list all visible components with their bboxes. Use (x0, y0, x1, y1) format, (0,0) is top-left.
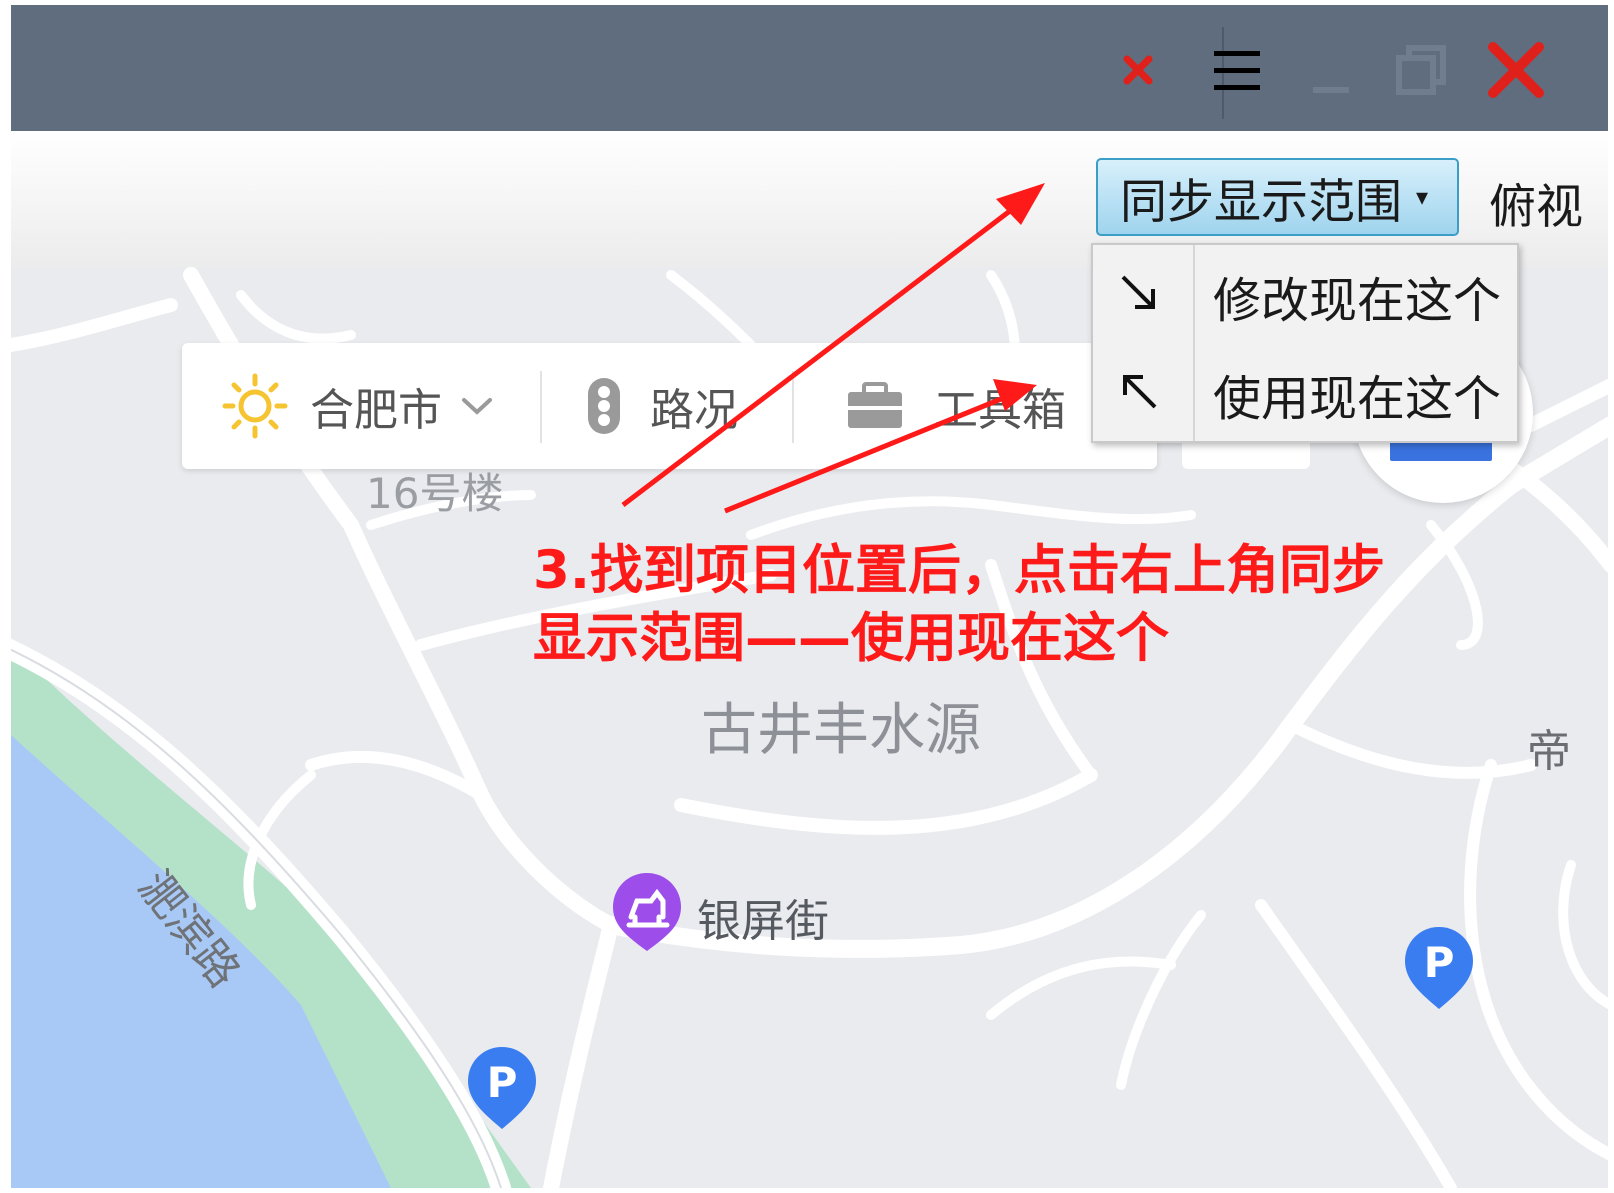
compass-indicator (1390, 441, 1492, 461)
city-label: 合肥市 (310, 385, 442, 436)
menu-button[interactable] (1207, 35, 1267, 105)
traffic-button[interactable]: 路况 (586, 343, 738, 469)
restore-icon (1396, 45, 1446, 95)
menu-item-label: 修改现在这个 (1213, 273, 1502, 329)
chevron-down-icon (462, 398, 492, 415)
map-label-water: 古井丰水源 (701, 698, 981, 763)
map-label-building: 16号楼 (366, 469, 504, 518)
instruction-annotation: 3.找到项目位置后，点击右上角同步 显示范围——使用现在这个 (533, 537, 1385, 673)
toolbox-button[interactable]: 工具箱 (846, 343, 1066, 469)
parking-icon[interactable]: P (1403, 925, 1475, 1011)
menu-icon (1214, 51, 1260, 90)
caret-down-icon: ▾ (1416, 183, 1429, 211)
map-label-street: 银屏街 (697, 896, 829, 947)
arrow-down-right-icon (1113, 267, 1165, 319)
small-close-icon (1123, 55, 1153, 85)
annotation-line-2: 显示范围——使用现在这个 (533, 608, 1169, 669)
traffic-label: 路况 (650, 385, 738, 436)
close-button[interactable] (1481, 35, 1551, 105)
small-close-button[interactable] (1113, 35, 1163, 105)
menu-item-use-current[interactable]: 使用现在这个 (1093, 343, 1517, 439)
sync-range-menu: 修改现在这个 使用现在这个 (1091, 243, 1519, 443)
minimize-icon (1313, 87, 1349, 93)
city-selector[interactable]: 合肥市 (222, 343, 494, 469)
arrow-up-left-icon (1113, 365, 1165, 417)
sync-display-range-button[interactable]: 同步显示范围 ▾ (1096, 158, 1459, 236)
title-bar (11, 5, 1608, 131)
toolbox-label: 工具箱 (934, 385, 1066, 436)
top-view-button[interactable]: 俯视 (1489, 168, 1583, 237)
annotation-line-1: 3.找到项目位置后，点击右上角同步 (533, 540, 1386, 601)
playground-poi-icon[interactable] (611, 871, 683, 953)
divider (792, 371, 794, 443)
briefcase-icon (848, 382, 902, 428)
sync-display-range-label: 同步显示范围 (1120, 174, 1402, 230)
app-window: 16号楼 古井丰水源 淝滨路 银屏街 帝 P P 合肥市 路况 工具箱 同步显示… (11, 5, 1608, 1188)
menu-item-label: 使用现在这个 (1213, 371, 1502, 427)
svg-text:P: P (487, 1058, 518, 1107)
map-top-panel: 合肥市 路况 工具箱 (182, 343, 1157, 469)
menu-item-modify-current[interactable]: 修改现在这个 (1093, 245, 1517, 341)
svg-text:P: P (1424, 938, 1455, 987)
minimize-button[interactable] (1301, 35, 1361, 105)
restore-button[interactable] (1391, 35, 1451, 105)
sun-icon (222, 373, 288, 439)
map-label-edge: 帝 (1527, 726, 1571, 777)
divider (540, 371, 542, 443)
close-icon (1488, 42, 1544, 98)
traffic-light-icon (588, 378, 620, 434)
parking-icon[interactable]: P (466, 1045, 538, 1131)
